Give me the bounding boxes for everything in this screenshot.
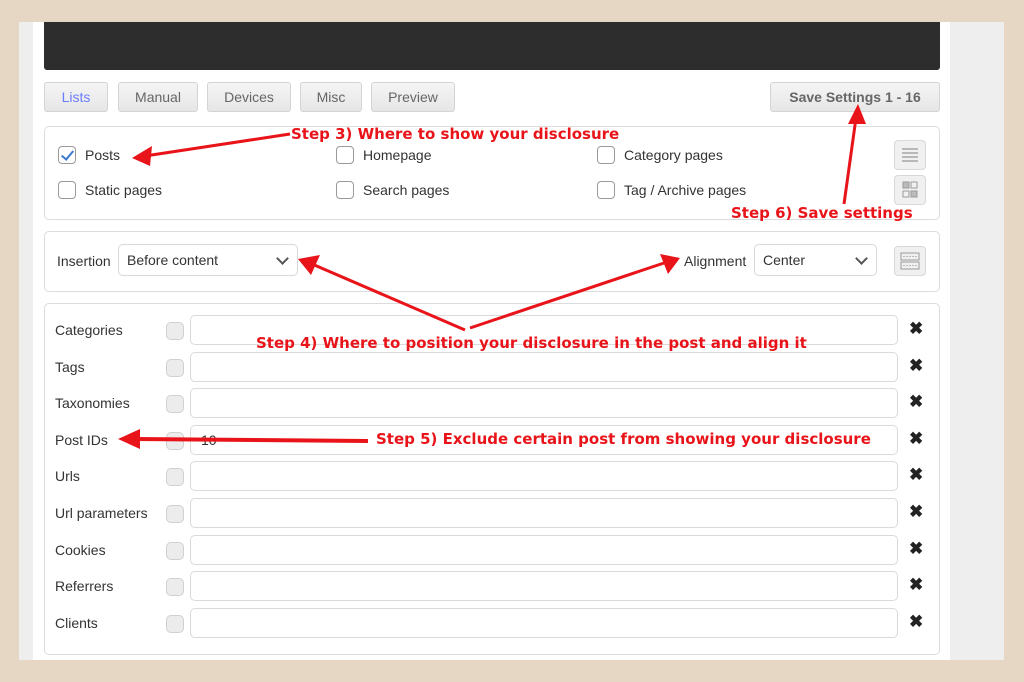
checkbox-label: Homepage	[363, 147, 432, 163]
exclusion-toggle-checkbox[interactable]	[166, 395, 184, 414]
save-settings-button[interactable]: Save Settings 1 - 16	[770, 82, 940, 112]
exclusion-input[interactable]	[190, 498, 898, 528]
alignment-value: Center	[763, 252, 806, 268]
exclusion-input[interactable]	[190, 571, 898, 602]
grid-view-icon	[902, 181, 918, 198]
exclusion-label: Url parameters	[55, 505, 148, 521]
exclusion-label: Referrers	[55, 578, 114, 595]
close-x-icon[interactable]: ✖	[909, 356, 923, 376]
checkbox-label: Category pages	[624, 147, 723, 163]
checkbox-label: Search pages	[363, 182, 450, 198]
exclusion-input[interactable]	[190, 534, 898, 565]
list-view-icon	[902, 148, 918, 162]
insertion-label: Insertion	[57, 253, 111, 269]
annotation-step3: Step 3) Where to show your disclosure	[291, 125, 620, 143]
exclusion-toggle-checkbox[interactable]	[166, 505, 184, 523]
list-view-button[interactable]	[894, 140, 926, 170]
exclusion-toggle-checkbox[interactable]	[166, 322, 184, 340]
layout-button[interactable]	[894, 246, 926, 276]
exclusion-label: Urls	[55, 468, 80, 485]
exclusion-input[interactable]	[190, 461, 898, 492]
close-x-icon[interactable]: ✖	[909, 575, 923, 595]
tab-manual[interactable]: Manual	[118, 82, 198, 112]
exclusion-label: Tags	[55, 358, 85, 375]
checkbox-box[interactable]	[597, 146, 615, 164]
exclusion-label: Cookies	[55, 541, 106, 558]
annotation-step5: Step 5) Exclude certain post from showin…	[376, 430, 871, 448]
exclusion-label: Taxonomies	[55, 395, 130, 412]
close-x-icon[interactable]: ✖	[909, 429, 923, 449]
checkbox-label: Static pages	[85, 182, 163, 198]
checkbox-label: Tag / Archive pages	[624, 182, 747, 198]
checkbox-label: Posts	[85, 147, 121, 163]
close-x-icon[interactable]: ✖	[909, 465, 923, 485]
top-header-bar	[44, 22, 940, 70]
tab-devices[interactable]: Devices	[207, 82, 291, 112]
alignment-label: Alignment	[684, 253, 747, 269]
exclusion-toggle-checkbox[interactable]	[166, 431, 184, 450]
exclusion-input[interactable]	[190, 388, 898, 419]
exclusion-input[interactable]	[190, 351, 898, 382]
insertion-select[interactable]: Before content	[118, 244, 298, 276]
exclusion-toggle-checkbox[interactable]	[166, 468, 184, 487]
exclusion-label: Post IDs	[55, 431, 108, 448]
annotation-step6: Step 6) Save settings	[731, 204, 913, 222]
close-x-icon[interactable]: ✖	[909, 612, 923, 632]
checkbox-box[interactable]	[336, 146, 354, 164]
checkbox-box[interactable]	[58, 146, 76, 164]
close-x-icon[interactable]: ✖	[909, 392, 923, 412]
exclusion-toggle-checkbox[interactable]	[166, 358, 184, 377]
exclusion-toggle-checkbox[interactable]	[166, 578, 184, 597]
exclusion-input[interactable]	[190, 607, 898, 638]
layout-icon	[900, 252, 920, 270]
close-x-icon[interactable]: ✖	[909, 539, 923, 559]
exclusion-toggle-checkbox[interactable]	[166, 541, 184, 560]
annotation-step4: Step 4) Where to position your disclosur…	[256, 334, 807, 352]
checkbox-homepage[interactable]: Homepage	[336, 146, 432, 164]
checkbox-posts[interactable]: Posts	[58, 146, 120, 164]
checkbox-box[interactable]	[597, 181, 615, 199]
tab-preview[interactable]: Preview	[371, 82, 455, 112]
checkbox-tag-archive-pages[interactable]: Tag / Archive pages	[597, 181, 746, 199]
checkbox-box[interactable]	[336, 181, 354, 199]
exclusion-toggle-checkbox[interactable]	[166, 614, 184, 633]
close-x-icon[interactable]: ✖	[909, 502, 923, 522]
tab-misc[interactable]: Misc	[300, 82, 362, 112]
checkbox-search-pages[interactable]: Search pages	[336, 181, 449, 199]
exclusion-label: Clients	[55, 614, 98, 631]
checkbox-box[interactable]	[58, 181, 76, 199]
insertion-value: Before content	[127, 252, 219, 268]
grid-view-button[interactable]	[894, 175, 926, 205]
alignment-select[interactable]: Center	[754, 244, 877, 276]
checkbox-static-pages[interactable]: Static pages	[58, 181, 162, 199]
exclusion-label: Categories	[55, 322, 123, 338]
tab-lists[interactable]: Lists	[44, 82, 108, 112]
checkbox-category-pages[interactable]: Category pages	[597, 146, 723, 164]
close-x-icon[interactable]: ✖	[909, 319, 923, 339]
chevron-down-icon	[276, 252, 289, 265]
chevron-down-icon	[855, 252, 868, 265]
